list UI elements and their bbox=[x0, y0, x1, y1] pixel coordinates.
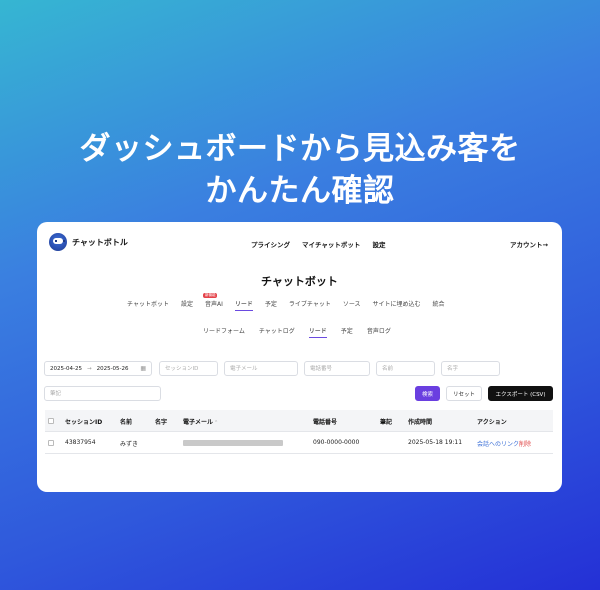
tab-settings[interactable]: 設定 bbox=[181, 299, 193, 311]
header-created: 作成時間 bbox=[408, 419, 433, 426]
tab-live-chat[interactable]: ライブチャット bbox=[289, 299, 331, 311]
date-to: 2025-05-26 bbox=[96, 365, 129, 372]
memo-input[interactable] bbox=[44, 386, 161, 401]
tab-sources[interactable]: ソース bbox=[343, 299, 361, 311]
sub-tabs: リードフォーム チャットログ リード 予定 音声ログ bbox=[203, 326, 391, 338]
tab-voice-ai[interactable]: 新機能 音声AI bbox=[202, 293, 223, 311]
app-window: チャットボトル プライシング マイチャットボット 設定 アカウント→ チャットボ… bbox=[37, 222, 562, 492]
tab-integrations[interactable]: 統合 bbox=[433, 299, 445, 311]
brand-name: チャットボトル bbox=[72, 237, 128, 247]
headline-line-2: かんたん確認 bbox=[205, 173, 395, 209]
main-tabs: チャットボット 設定 新機能 音声AI リード 予定 ライブチャット ソース サ… bbox=[127, 293, 445, 311]
header-lastname: 名字 bbox=[155, 419, 168, 426]
phone-input[interactable] bbox=[304, 361, 370, 376]
email-input[interactable] bbox=[224, 361, 298, 376]
select-all-checkbox[interactable] bbox=[48, 418, 54, 424]
header-email-label: 電子メール bbox=[183, 419, 214, 426]
subtab-schedule[interactable]: 予定 bbox=[341, 326, 353, 338]
tab-chatbot[interactable]: チャットボット bbox=[127, 299, 169, 311]
cell-phone: 090-0000-0000 bbox=[313, 439, 360, 446]
subtab-voice-log[interactable]: 音声ログ bbox=[367, 326, 391, 338]
header-phone: 電話番号 bbox=[313, 419, 338, 426]
header-memo: 筆記 bbox=[380, 419, 393, 426]
name-input[interactable] bbox=[376, 361, 435, 376]
tab-schedule[interactable]: 予定 bbox=[265, 299, 277, 311]
cell-name: みずき bbox=[120, 441, 139, 448]
robot-logo-icon bbox=[49, 233, 67, 251]
table-header: セッションID 名前 名字 電子メール⌃ 電話番号 筆記 作成時間 アクション bbox=[45, 410, 553, 432]
header-name: 名前 bbox=[120, 419, 133, 426]
table-row: 43837954 みずき 090-0000-0000 2025-05-18 19… bbox=[45, 432, 553, 454]
conversation-link[interactable]: 会話へのリンク bbox=[477, 441, 519, 448]
cell-session-id: 43837954 bbox=[65, 439, 96, 446]
header-email[interactable]: 電子メール⌃ bbox=[183, 417, 218, 426]
brand-link[interactable]: チャットボトル bbox=[49, 233, 128, 251]
page-title: チャットボット bbox=[261, 275, 338, 288]
new-feature-badge: 新機能 bbox=[202, 293, 218, 298]
search-button[interactable]: 検索 bbox=[415, 386, 440, 401]
cell-action: 会話へのリンク削除 bbox=[477, 439, 531, 448]
nav-settings[interactable]: 設定 bbox=[372, 239, 385, 249]
top-nav: プライシング マイチャットボット 設定 bbox=[251, 239, 385, 249]
row-checkbox[interactable] bbox=[48, 440, 54, 446]
lastname-input[interactable] bbox=[441, 361, 500, 376]
tab-leads[interactable]: リード bbox=[234, 299, 253, 311]
tab-embed[interactable]: サイトに埋め込む bbox=[373, 299, 421, 311]
date-from: 2025-04-25 bbox=[50, 365, 82, 372]
cell-email-redacted bbox=[183, 440, 283, 446]
delete-link[interactable]: 削除 bbox=[519, 441, 531, 448]
date-range-picker[interactable]: 2025-04-25 → 2025-05-26 ▦ bbox=[44, 361, 152, 376]
header-action: アクション bbox=[477, 419, 507, 426]
subtab-lead-form[interactable]: リードフォーム bbox=[203, 326, 245, 338]
session-id-input[interactable] bbox=[159, 361, 218, 376]
subtab-chat-log[interactable]: チャットログ bbox=[259, 326, 295, 338]
nav-my-chatbot[interactable]: マイチャットボット bbox=[302, 239, 360, 249]
header-session-id: セッションID bbox=[65, 419, 103, 426]
sort-icon: ⌃ bbox=[214, 420, 219, 426]
top-navbar: チャットボトル プライシング マイチャットボット 設定 アカウント→ bbox=[37, 222, 562, 262]
cell-created: 2025-05-18 19:11 bbox=[408, 439, 463, 446]
export-csv-button[interactable]: エクスポート (CSV) bbox=[488, 386, 553, 401]
reset-button[interactable]: リセット bbox=[446, 386, 482, 401]
calendar-icon: ▦ bbox=[140, 365, 146, 372]
tab-voice-ai-label: 音声AI bbox=[204, 301, 223, 308]
account-link[interactable]: アカウント→ bbox=[510, 239, 548, 249]
leads-table: セッションID 名前 名字 電子メール⌃ 電話番号 筆記 作成時間 アクション … bbox=[45, 410, 553, 454]
nav-pricing[interactable]: プライシング bbox=[251, 239, 290, 249]
arrow-right-icon: → bbox=[86, 365, 92, 372]
headline-line-1: ダッシュボードから見込み客を bbox=[79, 131, 521, 167]
subtab-leads[interactable]: リード bbox=[308, 326, 327, 338]
headline: ダッシュボードから見込み客を かんたん確認 bbox=[0, 128, 600, 212]
